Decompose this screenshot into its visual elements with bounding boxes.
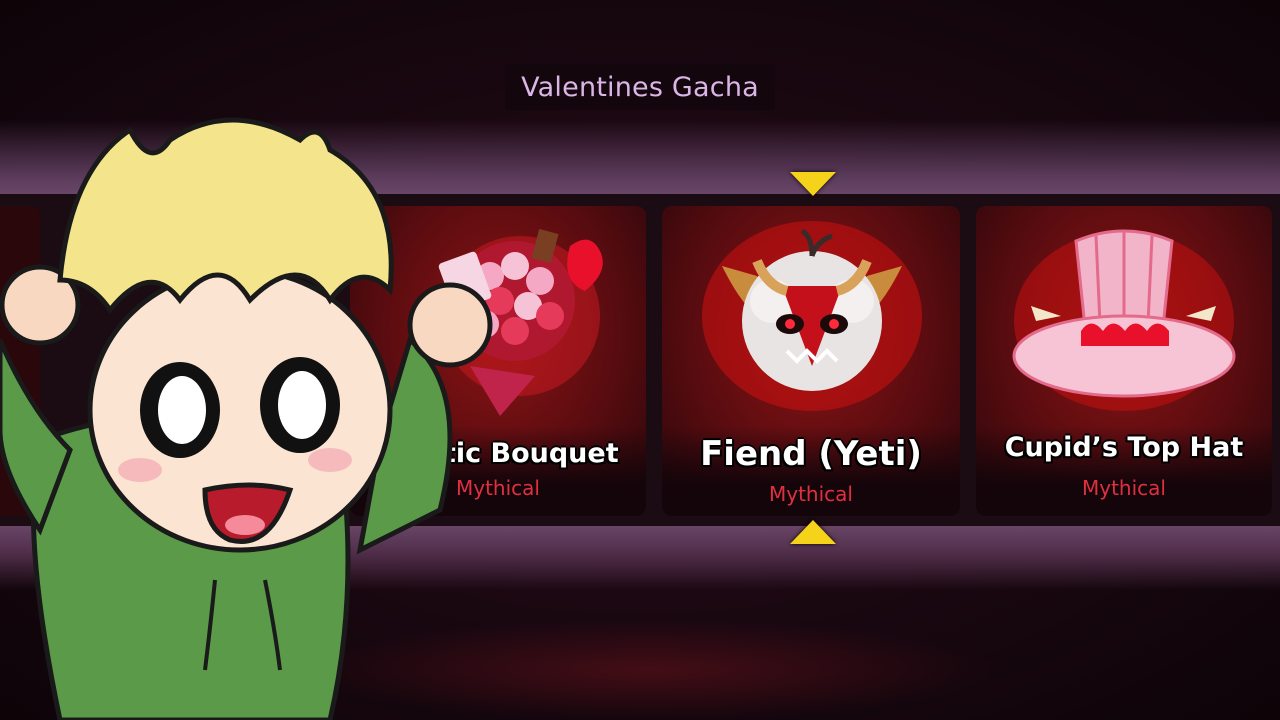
selector-down-arrow-icon <box>790 172 836 196</box>
cupids-top-hat-icon <box>1012 229 1236 411</box>
card-rarity: Mythical <box>1082 476 1166 500</box>
card-rarity: Mythical <box>769 482 853 506</box>
fiend-yeti-icon <box>702 221 922 411</box>
card-name: Cupid’s Top Hat <box>1004 432 1244 463</box>
gacha-title-box: Valentines Gacha <box>505 64 775 110</box>
selector-up-arrow-icon <box>790 520 836 544</box>
cartoon-character-overlay <box>0 117 493 720</box>
reel-card-fiend-yeti: Fiend (Yeti) Mythical <box>662 206 960 516</box>
gacha-title: Valentines Gacha <box>521 71 759 103</box>
card-name: Fiend (Yeti) <box>700 434 922 474</box>
reel-card-cupids-top-hat: Cupid’s Top Hat Mythical <box>976 206 1272 516</box>
